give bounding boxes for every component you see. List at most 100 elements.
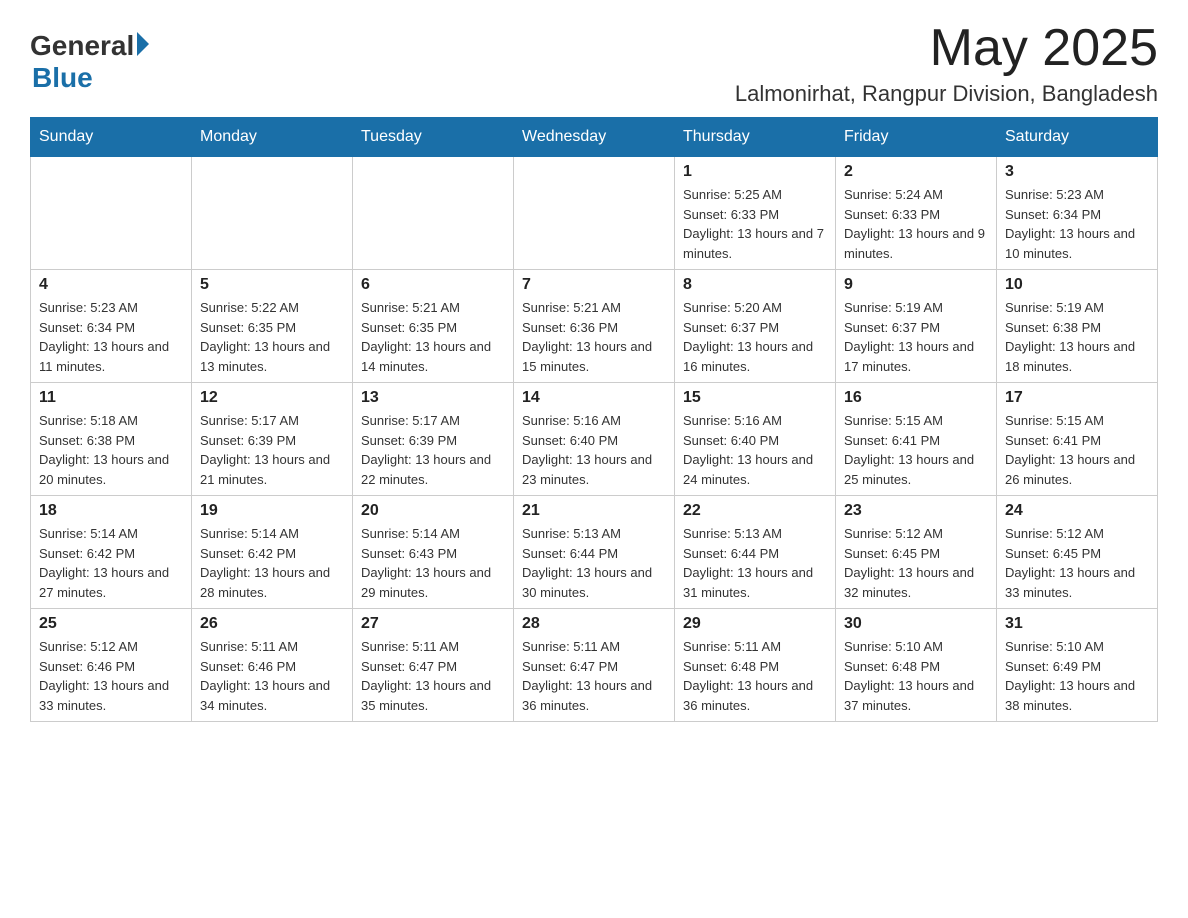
day-number: 31 <box>1005 615 1149 633</box>
day-info: Sunrise: 5:18 AMSunset: 6:38 PMDaylight:… <box>39 411 183 489</box>
calendar-cell <box>31 157 192 270</box>
weekday-header-monday: Monday <box>192 118 353 157</box>
day-number: 11 <box>39 389 183 407</box>
day-number: 27 <box>361 615 505 633</box>
calendar-cell: 23 Sunrise: 5:12 AMSunset: 6:45 PMDayligh… <box>836 496 997 609</box>
day-info: Sunrise: 5:17 AMSunset: 6:39 PMDaylight:… <box>200 411 344 489</box>
day-number: 10 <box>1005 276 1149 294</box>
day-info: Sunrise: 5:19 AMSunset: 6:37 PMDaylight:… <box>844 298 988 376</box>
calendar-cell: 25 Sunrise: 5:12 AMSunset: 6:46 PMDayligh… <box>31 609 192 722</box>
day-info: Sunrise: 5:16 AMSunset: 6:40 PMDaylight:… <box>522 411 666 489</box>
day-number: 3 <box>1005 163 1149 181</box>
day-info: Sunrise: 5:12 AMSunset: 6:46 PMDaylight:… <box>39 637 183 715</box>
day-number: 12 <box>200 389 344 407</box>
calendar-cell: 20 Sunrise: 5:14 AMSunset: 6:43 PMDayligh… <box>353 496 514 609</box>
day-number: 16 <box>844 389 988 407</box>
calendar-cell: 10 Sunrise: 5:19 AMSunset: 6:38 PMDayligh… <box>997 270 1158 383</box>
day-number: 14 <box>522 389 666 407</box>
day-number: 13 <box>361 389 505 407</box>
day-number: 29 <box>683 615 827 633</box>
calendar-cell: 18Sunrise: 5:14 AMSunset: 6:42 PMDayligh… <box>31 496 192 609</box>
day-number: 7 <box>522 276 666 294</box>
calendar-cell: 8 Sunrise: 5:20 AMSunset: 6:37 PMDaylight… <box>675 270 836 383</box>
day-number: 30 <box>844 615 988 633</box>
day-info: Sunrise: 5:17 AMSunset: 6:39 PMDaylight:… <box>361 411 505 489</box>
day-number: 22 <box>683 502 827 520</box>
calendar-cell: 7Sunrise: 5:21 AMSunset: 6:36 PMDaylight… <box>514 270 675 383</box>
day-info: Sunrise: 5:15 AMSunset: 6:41 PMDaylight:… <box>844 411 988 489</box>
day-number: 21 <box>522 502 666 520</box>
calendar-cell: 17 Sunrise: 5:15 AMSunset: 6:41 PMDayligh… <box>997 383 1158 496</box>
day-info: Sunrise: 5:20 AMSunset: 6:37 PMDaylight:… <box>683 298 827 376</box>
day-number: 4 <box>39 276 183 294</box>
calendar-cell <box>514 157 675 270</box>
day-info: Sunrise: 5:14 AMSunset: 6:42 PMDaylight:… <box>39 524 183 602</box>
calendar-week-3: 11 Sunrise: 5:18 AMSunset: 6:38 PMDayligh… <box>31 383 1158 496</box>
calendar-week-2: 4 Sunrise: 5:23 AMSunset: 6:34 PMDaylight… <box>31 270 1158 383</box>
day-info: Sunrise: 5:22 AMSunset: 6:35 PMDaylight:… <box>200 298 344 376</box>
day-info: Sunrise: 5:16 AMSunset: 6:40 PMDaylight:… <box>683 411 827 489</box>
calendar-cell: 6Sunrise: 5:21 AMSunset: 6:35 PMDaylight… <box>353 270 514 383</box>
logo: General Blue <box>30 30 149 94</box>
day-info: Sunrise: 5:13 AMSunset: 6:44 PMDaylight:… <box>522 524 666 602</box>
day-number: 15 <box>683 389 827 407</box>
calendar-cell: 21 Sunrise: 5:13 AMSunset: 6:44 PMDayligh… <box>514 496 675 609</box>
day-info: Sunrise: 5:19 AMSunset: 6:38 PMDaylight:… <box>1005 298 1149 376</box>
calendar-cell: 30 Sunrise: 5:10 AMSunset: 6:48 PMDayligh… <box>836 609 997 722</box>
location-title: Lalmonirhat, Rangpur Division, Banglades… <box>735 81 1158 107</box>
calendar-cell: 3 Sunrise: 5:23 AMSunset: 6:34 PMDaylight… <box>997 157 1158 270</box>
day-number: 20 <box>361 502 505 520</box>
day-number: 19 <box>200 502 344 520</box>
day-number: 8 <box>683 276 827 294</box>
logo-arrow-icon <box>137 32 149 56</box>
month-title: May 2025 <box>735 20 1158 77</box>
calendar-cell: 5Sunrise: 5:22 AMSunset: 6:35 PMDaylight… <box>192 270 353 383</box>
day-info: Sunrise: 5:25 AMSunset: 6:33 PMDaylight:… <box>683 185 827 263</box>
title-block: May 2025 Lalmonirhat, Rangpur Division, … <box>735 20 1158 107</box>
calendar-cell: 11 Sunrise: 5:18 AMSunset: 6:38 PMDayligh… <box>31 383 192 496</box>
day-info: Sunrise: 5:10 AMSunset: 6:49 PMDaylight:… <box>1005 637 1149 715</box>
calendar-cell: 27 Sunrise: 5:11 AMSunset: 6:47 PMDayligh… <box>353 609 514 722</box>
calendar-week-5: 25 Sunrise: 5:12 AMSunset: 6:46 PMDayligh… <box>31 609 1158 722</box>
weekday-header-tuesday: Tuesday <box>353 118 514 157</box>
day-info: Sunrise: 5:15 AMSunset: 6:41 PMDaylight:… <box>1005 411 1149 489</box>
day-info: Sunrise: 5:10 AMSunset: 6:48 PMDaylight:… <box>844 637 988 715</box>
weekday-header-thursday: Thursday <box>675 118 836 157</box>
calendar-week-1: 1 Sunrise: 5:25 AMSunset: 6:33 PMDaylight… <box>31 157 1158 270</box>
calendar-cell: 31 Sunrise: 5:10 AMSunset: 6:49 PMDayligh… <box>997 609 1158 722</box>
weekday-header-saturday: Saturday <box>997 118 1158 157</box>
day-number: 26 <box>200 615 344 633</box>
day-number: 23 <box>844 502 988 520</box>
day-number: 24 <box>1005 502 1149 520</box>
calendar-cell: 26 Sunrise: 5:11 AMSunset: 6:46 PMDayligh… <box>192 609 353 722</box>
calendar-cell: 28Sunrise: 5:11 AMSunset: 6:47 PMDayligh… <box>514 609 675 722</box>
day-info: Sunrise: 5:23 AMSunset: 6:34 PMDaylight:… <box>39 298 183 376</box>
day-info: Sunrise: 5:14 AMSunset: 6:43 PMDaylight:… <box>361 524 505 602</box>
calendar-cell: 9Sunrise: 5:19 AMSunset: 6:37 PMDaylight… <box>836 270 997 383</box>
day-number: 25 <box>39 615 183 633</box>
weekday-header-sunday: Sunday <box>31 118 192 157</box>
logo-blue-text: Blue <box>32 62 93 94</box>
day-info: Sunrise: 5:12 AMSunset: 6:45 PMDaylight:… <box>1005 524 1149 602</box>
calendar-table: SundayMondayTuesdayWednesdayThursdayFrid… <box>30 117 1158 722</box>
calendar-cell: 15 Sunrise: 5:16 AMSunset: 6:40 PMDayligh… <box>675 383 836 496</box>
day-info: Sunrise: 5:11 AMSunset: 6:46 PMDaylight:… <box>200 637 344 715</box>
day-info: Sunrise: 5:13 AMSunset: 6:44 PMDaylight:… <box>683 524 827 602</box>
day-info: Sunrise: 5:23 AMSunset: 6:34 PMDaylight:… <box>1005 185 1149 263</box>
calendar-cell <box>192 157 353 270</box>
calendar-cell: 12 Sunrise: 5:17 AMSunset: 6:39 PMDayligh… <box>192 383 353 496</box>
calendar-cell: 24 Sunrise: 5:12 AMSunset: 6:45 PMDayligh… <box>997 496 1158 609</box>
day-number: 1 <box>683 163 827 181</box>
day-info: Sunrise: 5:11 AMSunset: 6:48 PMDaylight:… <box>683 637 827 715</box>
day-info: Sunrise: 5:11 AMSunset: 6:47 PMDaylight:… <box>361 637 505 715</box>
weekday-header-wednesday: Wednesday <box>514 118 675 157</box>
day-number: 28 <box>522 615 666 633</box>
day-info: Sunrise: 5:12 AMSunset: 6:45 PMDaylight:… <box>844 524 988 602</box>
calendar-cell: 13 Sunrise: 5:17 AMSunset: 6:39 PMDayligh… <box>353 383 514 496</box>
day-info: Sunrise: 5:14 AMSunset: 6:42 PMDaylight:… <box>200 524 344 602</box>
day-number: 17 <box>1005 389 1149 407</box>
day-info: Sunrise: 5:24 AMSunset: 6:33 PMDaylight:… <box>844 185 988 263</box>
calendar-body: 1 Sunrise: 5:25 AMSunset: 6:33 PMDaylight… <box>31 157 1158 722</box>
calendar-cell: 14 Sunrise: 5:16 AMSunset: 6:40 PMDayligh… <box>514 383 675 496</box>
weekday-header-friday: Friday <box>836 118 997 157</box>
